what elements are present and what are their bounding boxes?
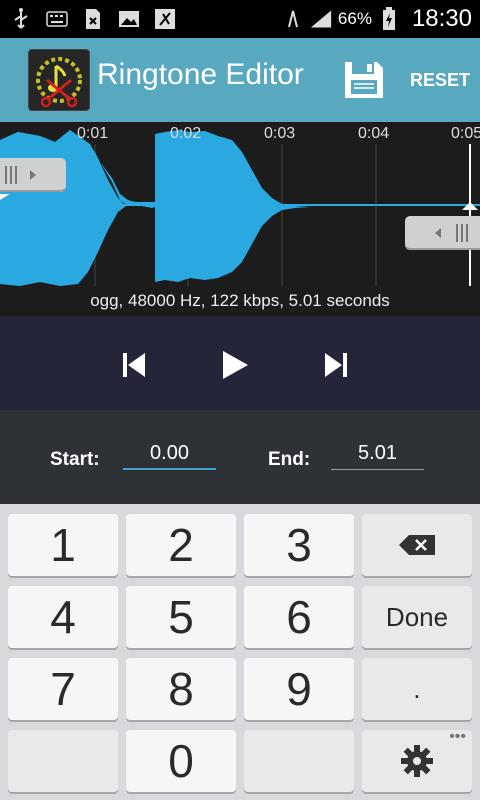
settings-key[interactable]: •••	[362, 728, 472, 792]
skip-next-button[interactable]	[313, 342, 359, 388]
signal-icon	[310, 8, 332, 30]
key-5[interactable]: 5	[126, 586, 236, 648]
end-label: End:	[268, 449, 311, 470]
dot-key[interactable]: .	[362, 658, 472, 720]
keyboard-icon	[46, 8, 68, 30]
skip-next-icon	[325, 353, 347, 377]
usb-icon	[10, 8, 32, 30]
tick-label: 0:03	[264, 125, 296, 142]
clock: 18:30	[411, 5, 472, 32]
blank-key[interactable]	[8, 730, 118, 792]
key-0[interactable]: 0	[126, 730, 236, 792]
battery-icon	[378, 7, 400, 30]
end-time-value: 5.01	[358, 442, 397, 464]
numeric-keyboard: 1 2 3 4 5 6 Done 7 8 9 . 0 •••	[0, 504, 480, 800]
more-dots-icon: •••	[449, 728, 466, 745]
tick-label: 0:02	[170, 125, 202, 142]
sim-icon	[82, 8, 104, 30]
skip-previous-button[interactable]	[111, 342, 157, 388]
play-icon	[223, 351, 248, 379]
skip-previous-icon	[123, 353, 145, 377]
tick-label: 0:01	[77, 125, 109, 142]
app-title: Ringtone Editor	[97, 58, 304, 91]
waveform-view[interactable]: 0:01 0:02 0:03 0:04 0:05	[0, 122, 480, 286]
audio-info: ogg, 48000 Hz, 122 kbps, 5.01 seconds	[0, 286, 480, 316]
tick-label: 0:05	[451, 125, 480, 142]
key-6[interactable]: 6	[244, 586, 354, 648]
tick-label: 0:04	[358, 125, 390, 142]
start-time-input[interactable]: 0.00	[123, 440, 216, 470]
key-4[interactable]: 4	[8, 586, 118, 648]
end-time-input[interactable]: 5.01	[331, 440, 424, 470]
player-controls	[0, 316, 480, 410]
start-label: Start:	[50, 449, 100, 470]
range-panel: Start: 0.00 End: 5.01	[0, 410, 480, 504]
backspace-key[interactable]	[362, 514, 472, 576]
gallery-icon	[118, 8, 140, 30]
save-button[interactable]	[343, 60, 385, 100]
status-bar: 66% 18:30	[0, 0, 480, 38]
action-bar: Ringtone Editor RESET	[0, 38, 480, 122]
save-icon	[345, 62, 383, 98]
start-marker-handle[interactable]	[0, 158, 66, 192]
wifi-icon	[282, 8, 304, 30]
key-1[interactable]: 1	[8, 514, 118, 576]
grip-icon	[435, 224, 468, 242]
key-7[interactable]: 7	[8, 658, 118, 720]
app-icon[interactable]	[28, 49, 90, 111]
ringtone-icon	[154, 8, 176, 30]
key-9[interactable]: 9	[244, 658, 354, 720]
reset-button[interactable]: RESET	[404, 64, 476, 96]
blank-key[interactable]	[244, 730, 354, 792]
battery-percent: 66%	[337, 9, 372, 28]
play-button[interactable]	[212, 342, 258, 388]
backspace-icon	[399, 535, 435, 555]
grip-icon	[5, 166, 36, 184]
end-marker-handle[interactable]	[405, 216, 480, 250]
done-key[interactable]: Done	[362, 586, 472, 648]
gear-icon	[401, 745, 433, 777]
waveform-graph	[0, 130, 480, 286]
key-8[interactable]: 8	[126, 658, 236, 720]
key-3[interactable]: 3	[244, 514, 354, 576]
key-2[interactable]: 2	[126, 514, 236, 576]
start-time-value: 0.00	[150, 442, 189, 464]
